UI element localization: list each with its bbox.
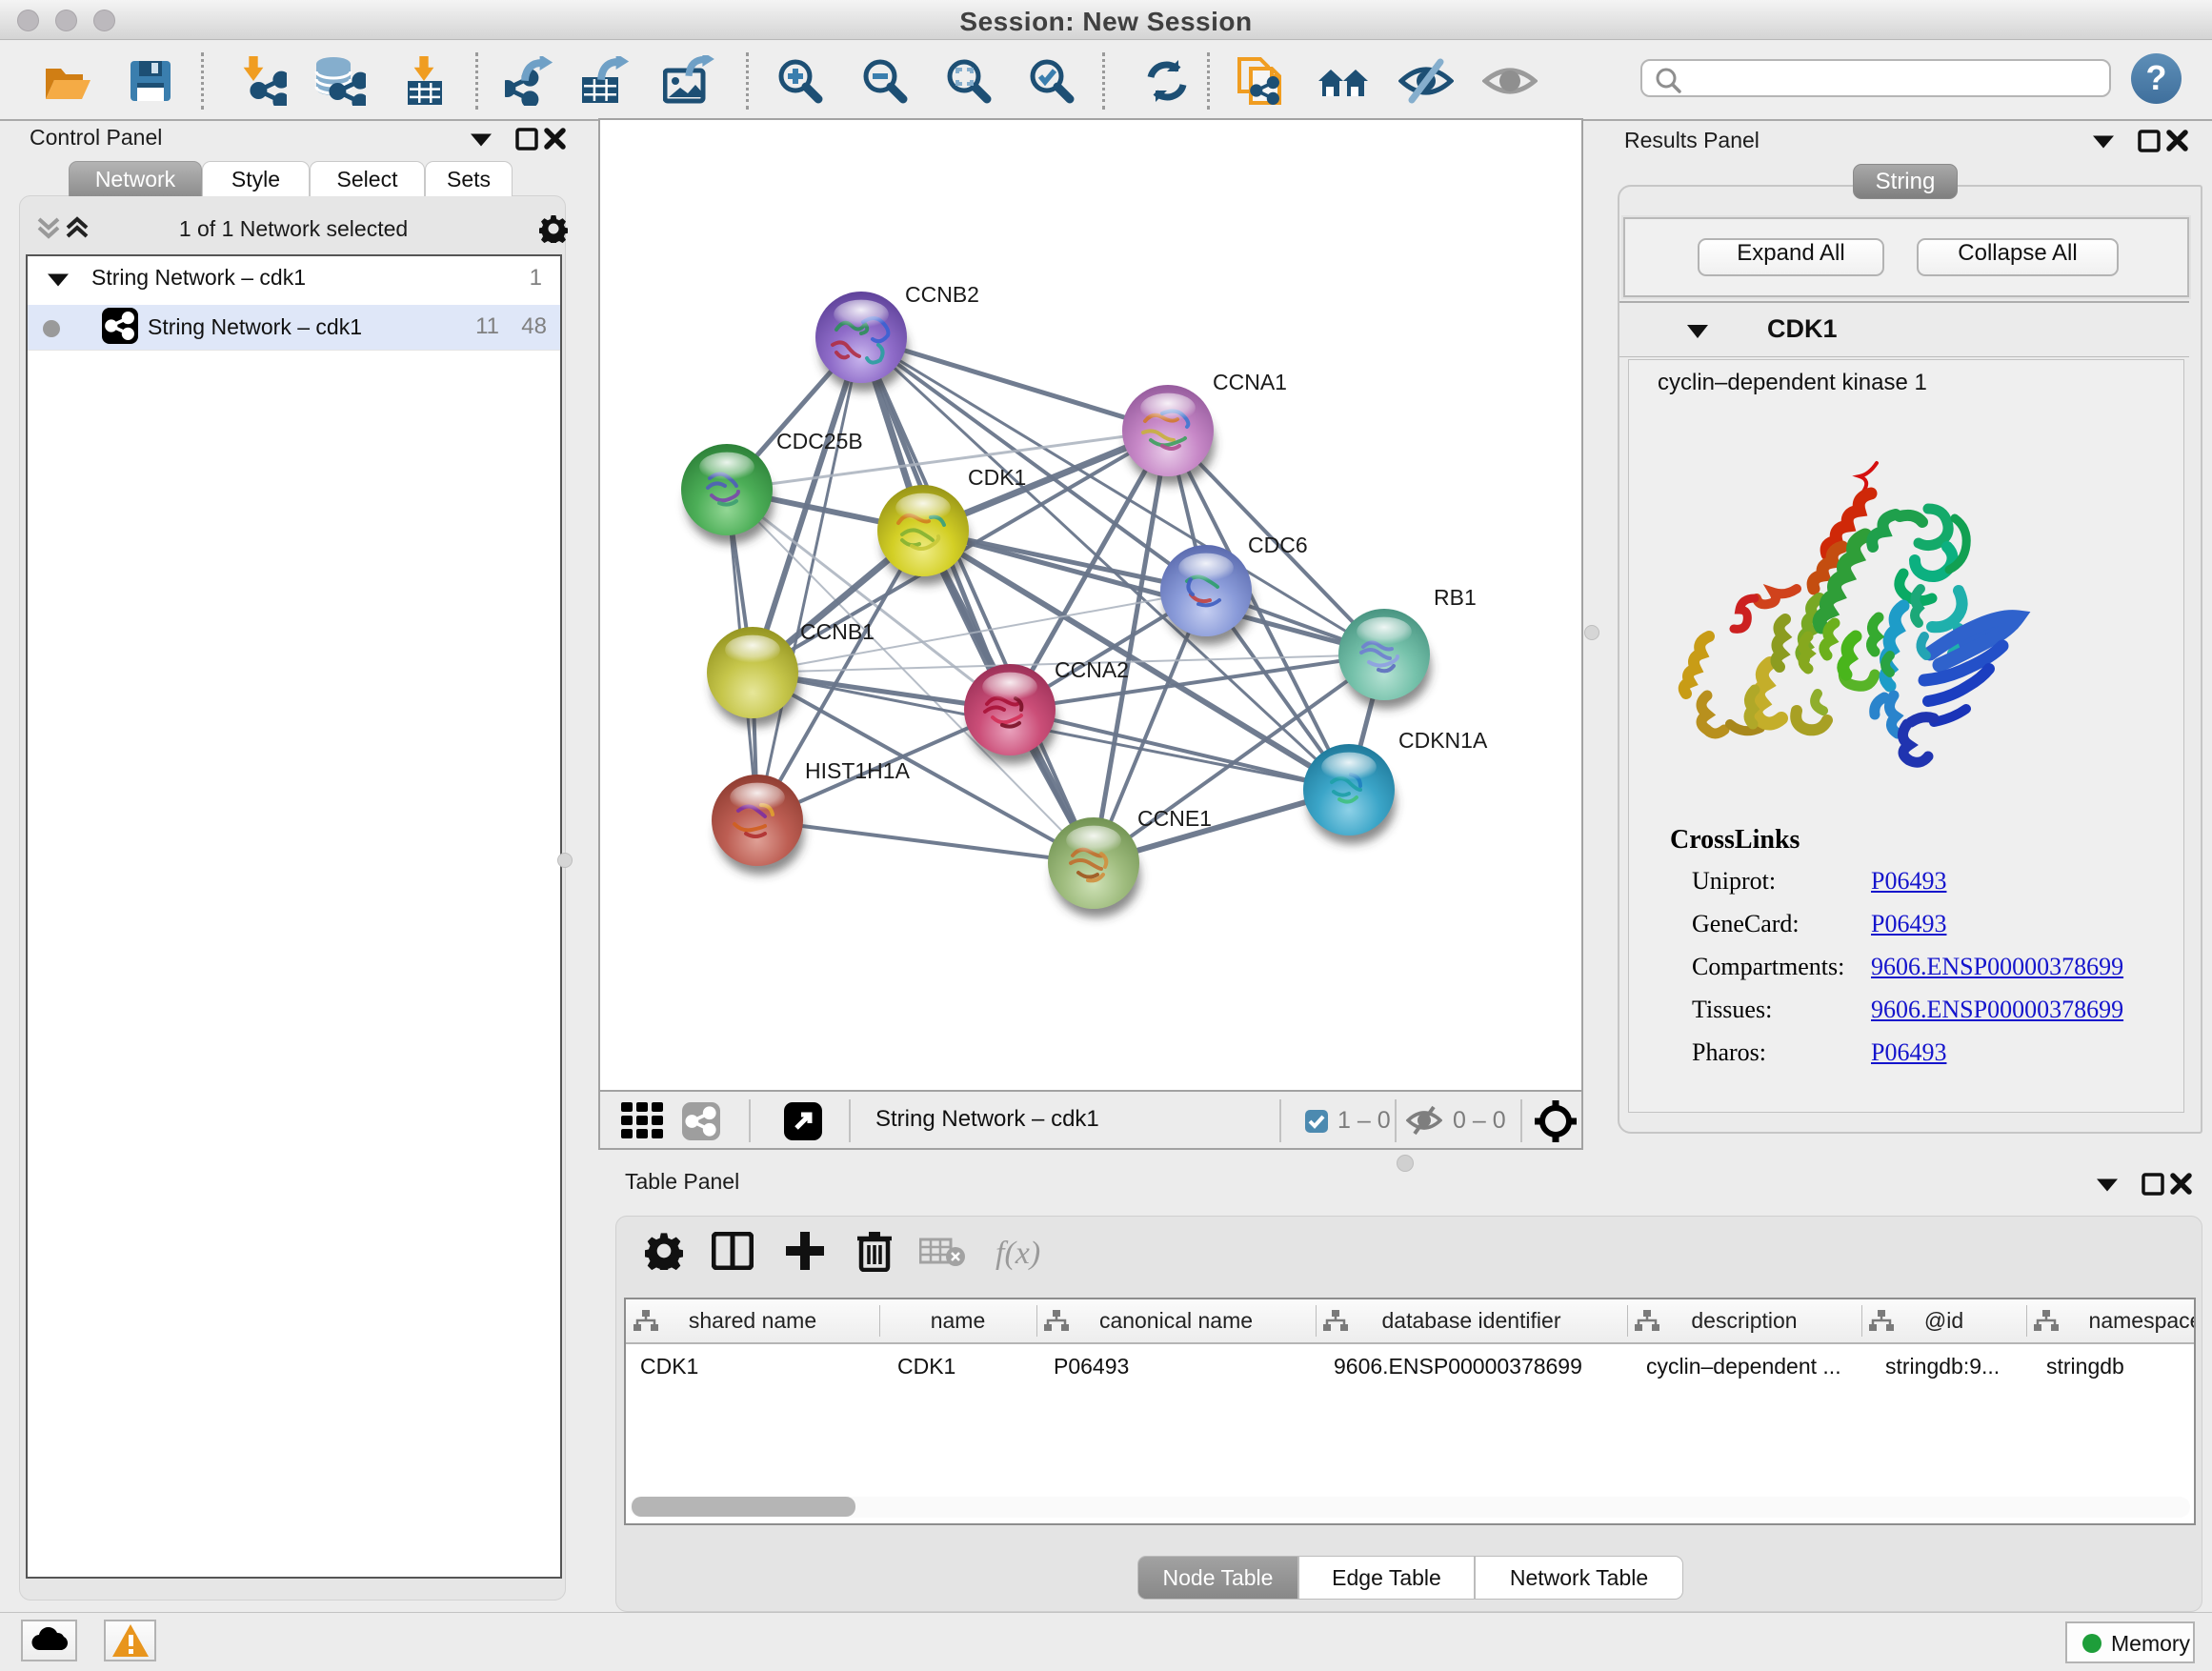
svg-text:RB1: RB1	[1434, 585, 1477, 610]
svg-text:HIST1H1A: HIST1H1A	[805, 758, 911, 783]
svg-text:CDKN1A: CDKN1A	[1398, 728, 1488, 753]
svg-text:CCNB1: CCNB1	[800, 619, 875, 644]
svg-text:CDK1: CDK1	[968, 465, 1026, 490]
svg-text:CDC6: CDC6	[1248, 533, 1308, 557]
svg-text:CCNA1: CCNA1	[1213, 370, 1287, 394]
svg-text:CCNE1: CCNE1	[1137, 806, 1212, 831]
svg-text:CCNB2: CCNB2	[905, 282, 979, 307]
svg-text:CDC25B: CDC25B	[776, 429, 863, 453]
svg-text:CCNA2: CCNA2	[1055, 657, 1129, 682]
